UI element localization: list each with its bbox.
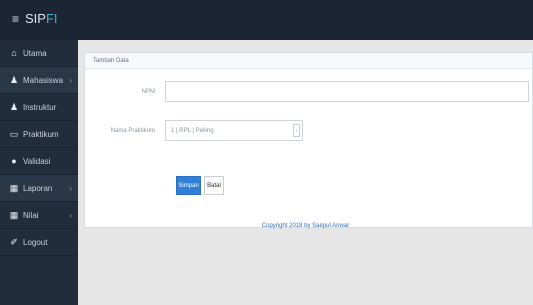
sidebar-item-praktikum[interactable]: ▭ Praktikum (0, 121, 78, 148)
sidebar-item-label: Instruktur (23, 102, 57, 112)
praktikum-select[interactable]: 1 | RPL | Pelling ↕ (165, 120, 303, 141)
grades-icon: ▦ (9, 209, 19, 220)
npm-row: NPM (85, 81, 532, 102)
sidebar-item-instruktur[interactable]: ♟ Instruktur (0, 94, 78, 121)
sidebar-item-laporan[interactable]: ▦ Laporan › (0, 175, 78, 202)
sidebar-item-nilai[interactable]: ▦ Nilai › (0, 202, 78, 229)
form-panel: Tambah Data NPM Nama Praktikum 1 | RPL |… (84, 52, 533, 228)
app-title-suffix: FI (45, 11, 58, 26)
panel-title: Tambah Data (85, 53, 532, 69)
footer-copyright: Copyright 2018 by Saepul Anwar (261, 223, 350, 229)
sidebar-item-logout[interactable]: ✐ Logout (0, 229, 78, 256)
top-navbar: ≡ SIPFI (0, 0, 533, 40)
sidebar-item-label: Mahasiswa (23, 75, 64, 85)
logout-icon: ✐ (10, 236, 18, 247)
monitor-icon: ▭ (9, 128, 19, 139)
user-icon: ♟ (9, 101, 19, 112)
check-circle-icon: ● (11, 156, 17, 166)
dropdown-arrow-icon: ↕ (293, 124, 300, 137)
npm-input[interactable] (165, 81, 529, 102)
sidebar-item-label: Logout (23, 237, 48, 247)
praktikum-row: Nama Praktikum 1 | RPL | Pelling ↕ (85, 120, 532, 141)
home-icon: ⌂ (11, 48, 17, 58)
main-content: Tambah Data NPM Nama Praktikum 1 | RPL |… (78, 40, 533, 305)
chevron-right-icon: › (69, 210, 72, 220)
users-icon: ♟ (9, 74, 19, 85)
sidebar-item-utama[interactable]: ⌂ Utama (0, 40, 78, 67)
sidebar-item-label: Utama (23, 48, 47, 58)
praktikum-label: Nama Praktikum (110, 127, 155, 134)
sidebar-item-validasi[interactable]: ● Validasi (0, 148, 78, 175)
sidebar-item-mahasiswa[interactable]: ♟ Mahasiswa › (0, 67, 78, 94)
sidebar-item-label: Praktikum (23, 129, 59, 139)
app-title: SIPFI (25, 11, 58, 26)
hamburger-icon[interactable]: ≡ (12, 12, 19, 26)
chevron-right-icon: › (69, 183, 72, 193)
sidebar-item-label: Validasi (23, 156, 51, 166)
brand[interactable]: ≡ SIPFI (12, 11, 58, 26)
sidebar-item-label: Laporan (23, 183, 53, 193)
report-icon: ▦ (9, 182, 19, 193)
sidebar: ⌂ Utama ♟ Mahasiswa › ♟ Instruktur ▭ Pra… (0, 40, 78, 305)
cancel-button[interactable]: Batal (204, 176, 224, 195)
praktikum-selected-value: 1 | RPL | Pelling (171, 127, 214, 134)
sidebar-item-label: Nilai (23, 210, 39, 220)
npm-label: NPM (141, 88, 155, 95)
save-button[interactable]: Simpan (176, 176, 201, 195)
app-title-prefix: SIP (25, 11, 46, 26)
chevron-right-icon: › (69, 75, 72, 85)
